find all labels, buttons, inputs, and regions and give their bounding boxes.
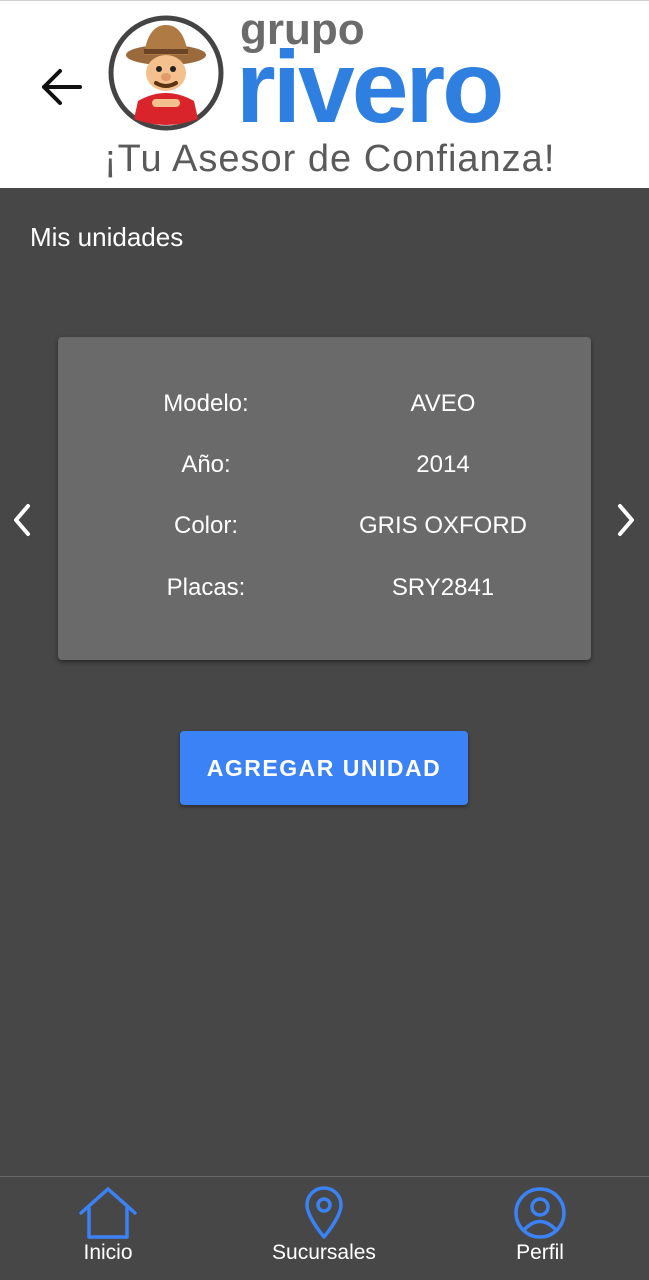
home-icon: [79, 1187, 137, 1239]
brand-tagline: ¡Tu Asesor de Confianza!: [104, 138, 556, 180]
vehicle-value: 2014: [416, 451, 470, 478]
bottom-navigation: Inicio Sucursales Perfil: [0, 1176, 649, 1280]
nav-label-perfil: Perfil: [516, 1241, 564, 1264]
back-button[interactable]: [36, 63, 86, 111]
vehicle-card: Modelo: AVEO Año: 2014 Color: GRIS OXFOR…: [58, 337, 591, 660]
nav-label-sucursales: Sucursales: [272, 1241, 376, 1264]
app-header: grupo rivero ¡Tu Asesor de Confianza!: [0, 0, 649, 188]
arrow-left-icon: [42, 69, 82, 105]
chevron-left-icon: [14, 504, 30, 536]
vehicle-label: Placas:: [166, 574, 246, 601]
mascot-logo-icon: [108, 15, 224, 131]
vehicle-value: SRY2841: [391, 574, 495, 601]
carousel-prev-button[interactable]: [2, 500, 42, 540]
vehicle-row-year: Año: 2014: [58, 445, 591, 485]
location-pin-icon: [305, 1186, 343, 1239]
add-unit-button[interactable]: AGREGAR UNIDAD: [180, 731, 468, 805]
nav-item-perfil[interactable]: Perfil: [480, 1177, 600, 1280]
user-circle-icon: [514, 1187, 566, 1239]
vehicle-value: AVEO: [410, 390, 476, 417]
nav-label-inicio: Inicio: [83, 1241, 133, 1264]
chevron-right-icon: [618, 504, 634, 536]
vehicle-row-model: Modelo: AVEO: [58, 384, 591, 424]
brand-rivero-text: rivero: [236, 30, 504, 144]
vehicle-label: Color:: [173, 512, 239, 539]
vehicle-label: Año:: [181, 451, 231, 478]
vehicle-label: Modelo:: [163, 390, 249, 417]
vehicle-row-plates: Placas: SRY2841: [58, 568, 591, 608]
carousel-next-button[interactable]: [606, 500, 646, 540]
vehicle-row-color: Color: GRIS OXFORD: [58, 506, 591, 546]
vehicle-value: GRIS OXFORD: [358, 512, 527, 539]
page-title: Mis unidades: [30, 222, 184, 252]
nav-item-inicio[interactable]: Inicio: [48, 1177, 168, 1280]
nav-item-sucursales[interactable]: Sucursales: [254, 1177, 394, 1280]
